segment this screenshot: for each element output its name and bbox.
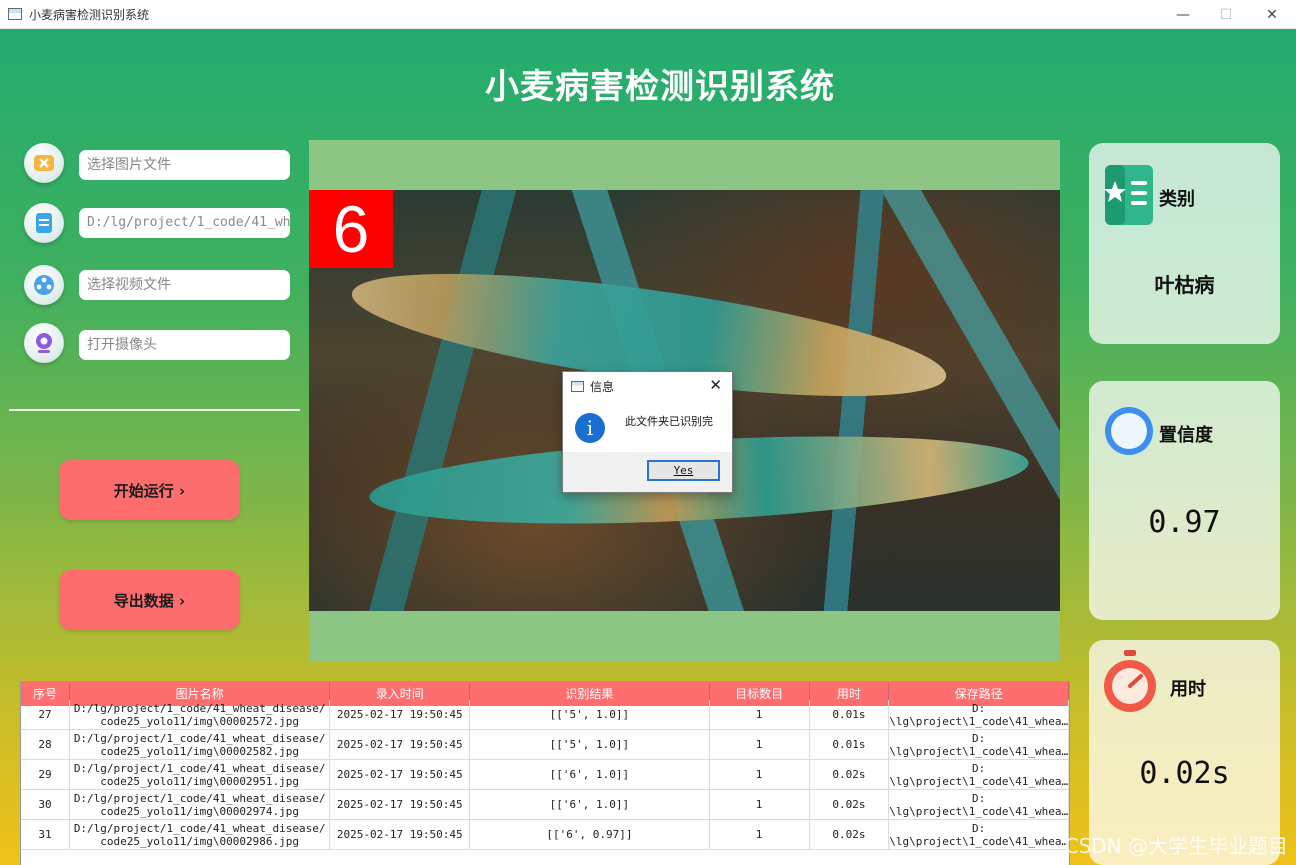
table-cell: 2025-02-17 19:50:45 — [330, 790, 471, 819]
maximize-button[interactable]: ☐ — [1203, 0, 1249, 29]
table-cell: D:/lg/project/1_code/41_wheat_disease/ c… — [70, 820, 331, 849]
table-cell: D:/lg/project/1_code/41_wheat_disease/ c… — [70, 730, 331, 759]
info-icon: i — [575, 413, 605, 443]
table-cell: 1 — [710, 820, 810, 849]
window-titlebar: 小麦病害检测识别系统 — ☐ ✕ — [0, 0, 1296, 29]
video-file-input[interactable]: 选择视频文件 — [79, 270, 290, 300]
dialog-yes-button[interactable]: Yes — [647, 460, 720, 481]
image-file-input[interactable]: 选择图片文件 — [79, 150, 290, 180]
table-row[interactable]: 30 D:/lg/project/1_code/41_wheat_disease… — [21, 790, 1069, 820]
table-cell: 0.01s — [810, 730, 890, 759]
time-label: 用时 — [1170, 679, 1206, 700]
dialog-titlebar: 信息 ✕ — [563, 372, 732, 400]
confidence-label: 置信度 — [1159, 425, 1213, 446]
table-cell: 30 — [21, 790, 70, 819]
table-cell: D: \lg\project\1_code\41_whea… — [889, 730, 1069, 759]
table-cell: [['5', 1.0]] — [470, 730, 710, 759]
folder-path-input[interactable]: D:/lg/project/1_code/41_wh — [79, 208, 290, 238]
table-cell: D:/lg/project/1_code/41_wheat_disease/ c… — [70, 790, 331, 819]
category-card: 类别 叶枯病 — [1089, 143, 1280, 344]
table-cell: 2025-02-17 19:50:45 — [330, 820, 471, 849]
table-cell: 29 — [21, 760, 70, 789]
dialog-window-icon — [571, 380, 584, 392]
image-file-icon[interactable] — [24, 143, 64, 183]
table-cell: 31 — [21, 820, 70, 849]
table-cell: 0.02s — [810, 760, 890, 789]
app-title: 小麦病害检测识别系统 — [485, 67, 835, 107]
table-row[interactable]: 27 D:/lg/project/1_code/41_wheat_disease… — [21, 700, 1069, 730]
minimize-button[interactable]: — — [1160, 0, 1206, 29]
stopwatch-icon — [1104, 650, 1156, 712]
table-cell: [['6', 1.0]] — [470, 790, 710, 819]
window-title: 小麦病害检测识别系统 — [29, 7, 150, 22]
camera-input[interactable]: 打开摄像头 — [79, 330, 290, 360]
book-star-icon — [1104, 165, 1153, 225]
table-cell: 2025-02-17 19:50:45 — [330, 730, 471, 759]
category-label: 类别 — [1159, 189, 1195, 210]
table-cell: 27 — [21, 700, 70, 729]
confidence-card: 置信度 0.97 — [1089, 381, 1280, 620]
table-cell: 1 — [710, 730, 810, 759]
table-cell: D: \lg\project\1_code\41_whea… — [889, 820, 1069, 849]
app-window-icon — [8, 8, 22, 20]
close-button[interactable]: ✕ — [1249, 0, 1295, 29]
start-button[interactable]: 开始运行 › — [59, 460, 240, 520]
table-row[interactable]: 28 D:/lg/project/1_code/41_wheat_disease… — [21, 730, 1069, 760]
results-table[interactable]: 序号 图片名称 录入时间 识别结果 目标数目 用时 保存路径 27 D:/lg/… — [20, 681, 1070, 865]
table-cell: 1 — [710, 790, 810, 819]
table-row[interactable]: 31 D:/lg/project/1_code/41_wheat_disease… — [21, 820, 1069, 850]
table-cell: [['6', 1.0]] — [470, 760, 710, 789]
table-cell: 0.01s — [810, 700, 890, 729]
table-cell: D: \lg\project\1_code\41_whea… — [889, 760, 1069, 789]
table-cell: D: \lg\project\1_code\41_whea… — [889, 790, 1069, 819]
table-cell: 0.02s — [810, 820, 890, 849]
category-value: 叶枯病 — [1154, 273, 1215, 297]
dialog-title: 信息 — [590, 379, 615, 394]
dialog-message: 此文件夹已识别完 — [625, 415, 713, 428]
watermark: CSDN @大学生毕业题目 — [1064, 834, 1288, 858]
camera-icon[interactable] — [24, 323, 64, 363]
dialog-close-icon[interactable]: ✕ — [709, 376, 722, 394]
table-cell: 0.02s — [810, 790, 890, 819]
confidence-value: 0.97 — [1148, 505, 1221, 540]
info-dialog: 信息 ✕ i 此文件夹已识别完 Yes — [562, 371, 733, 493]
table-cell: D:/lg/project/1_code/41_wheat_disease/ c… — [70, 700, 331, 729]
table-cell: 1 — [710, 700, 810, 729]
table-cell: D:/lg/project/1_code/41_wheat_disease/ c… — [70, 760, 331, 789]
table-cell: D: \lg\project\1_code\41_whea… — [889, 700, 1069, 729]
circle-ring-icon — [1105, 407, 1153, 455]
detection-label: 6 — [309, 190, 393, 268]
dialog-body: i 此文件夹已识别完 — [563, 400, 732, 452]
export-button[interactable]: 导出数据 › — [59, 570, 240, 630]
table-row[interactable]: 29 D:/lg/project/1_code/41_wheat_disease… — [21, 760, 1069, 790]
table-cell: 28 — [21, 730, 70, 759]
table-cell: [['5', 1.0]] — [470, 700, 710, 729]
folder-doc-icon[interactable] — [24, 203, 64, 243]
time-value: 0.02s — [1139, 756, 1230, 791]
table-cell: 2025-02-17 19:50:45 — [330, 760, 471, 789]
table-cell: 2025-02-17 19:50:45 — [330, 700, 471, 729]
table-cell: [['6', 0.97]] — [470, 820, 710, 849]
left-divider — [9, 409, 300, 411]
table-cell: 1 — [710, 760, 810, 789]
video-reel-icon[interactable] — [24, 265, 64, 305]
